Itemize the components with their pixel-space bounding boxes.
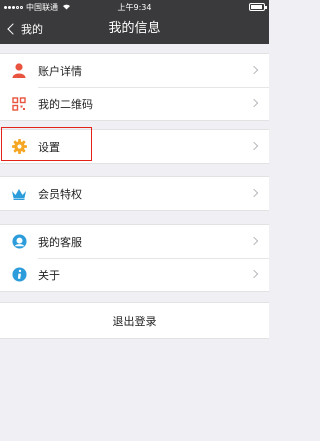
menu-group-support: 我的客服 关于 [0,224,269,292]
menu-item-about[interactable]: 关于 [0,258,269,291]
page-title: 我的信息 [108,21,161,36]
menu-group-account: 账户详情 我的二维码 [0,53,269,121]
qr-code-icon [11,96,27,112]
menu-group-vip: 会员特权 [0,176,269,211]
signal-strength-icon [4,5,23,9]
headset-icon [11,234,27,250]
menu-item-account[interactable]: 账户详情 [0,54,269,87]
menu-item-qrcode[interactable]: 我的二维码 [0,87,269,120]
menu-item-label: 会员特权 [38,187,82,201]
status-bar: 中国联通 上午9:34 [0,0,269,14]
chevron-right-icon [249,188,259,198]
nav-bar: 我的 我的信息 [0,14,269,44]
carrier-name: 中国联通 [26,2,58,12]
chevron-right-icon [249,236,259,246]
menu-item-label: 账户详情 [38,64,82,78]
person-icon [11,63,27,79]
battery-icon [249,3,267,11]
info-icon [11,267,27,283]
menu-item-settings[interactable]: 设置 [0,130,269,163]
logout-button[interactable]: 退出登录 [0,302,269,339]
chevron-right-icon [249,65,259,75]
gear-icon [11,139,27,155]
chevron-right-icon [249,269,259,279]
chevron-right-icon [249,98,259,108]
menu-item-label: 设置 [38,140,60,154]
crown-icon [11,186,27,202]
menu-item-label: 我的二维码 [38,97,93,111]
menu-item-label: 关于 [38,268,60,282]
wifi-icon [62,3,71,12]
menu-item-label: 我的客服 [38,235,82,249]
menu-item-vip[interactable]: 会员特权 [0,177,269,210]
menu-group-settings: 设置 [0,129,269,164]
chevron-right-icon [249,141,259,151]
menu-item-service[interactable]: 我的客服 [0,225,269,258]
